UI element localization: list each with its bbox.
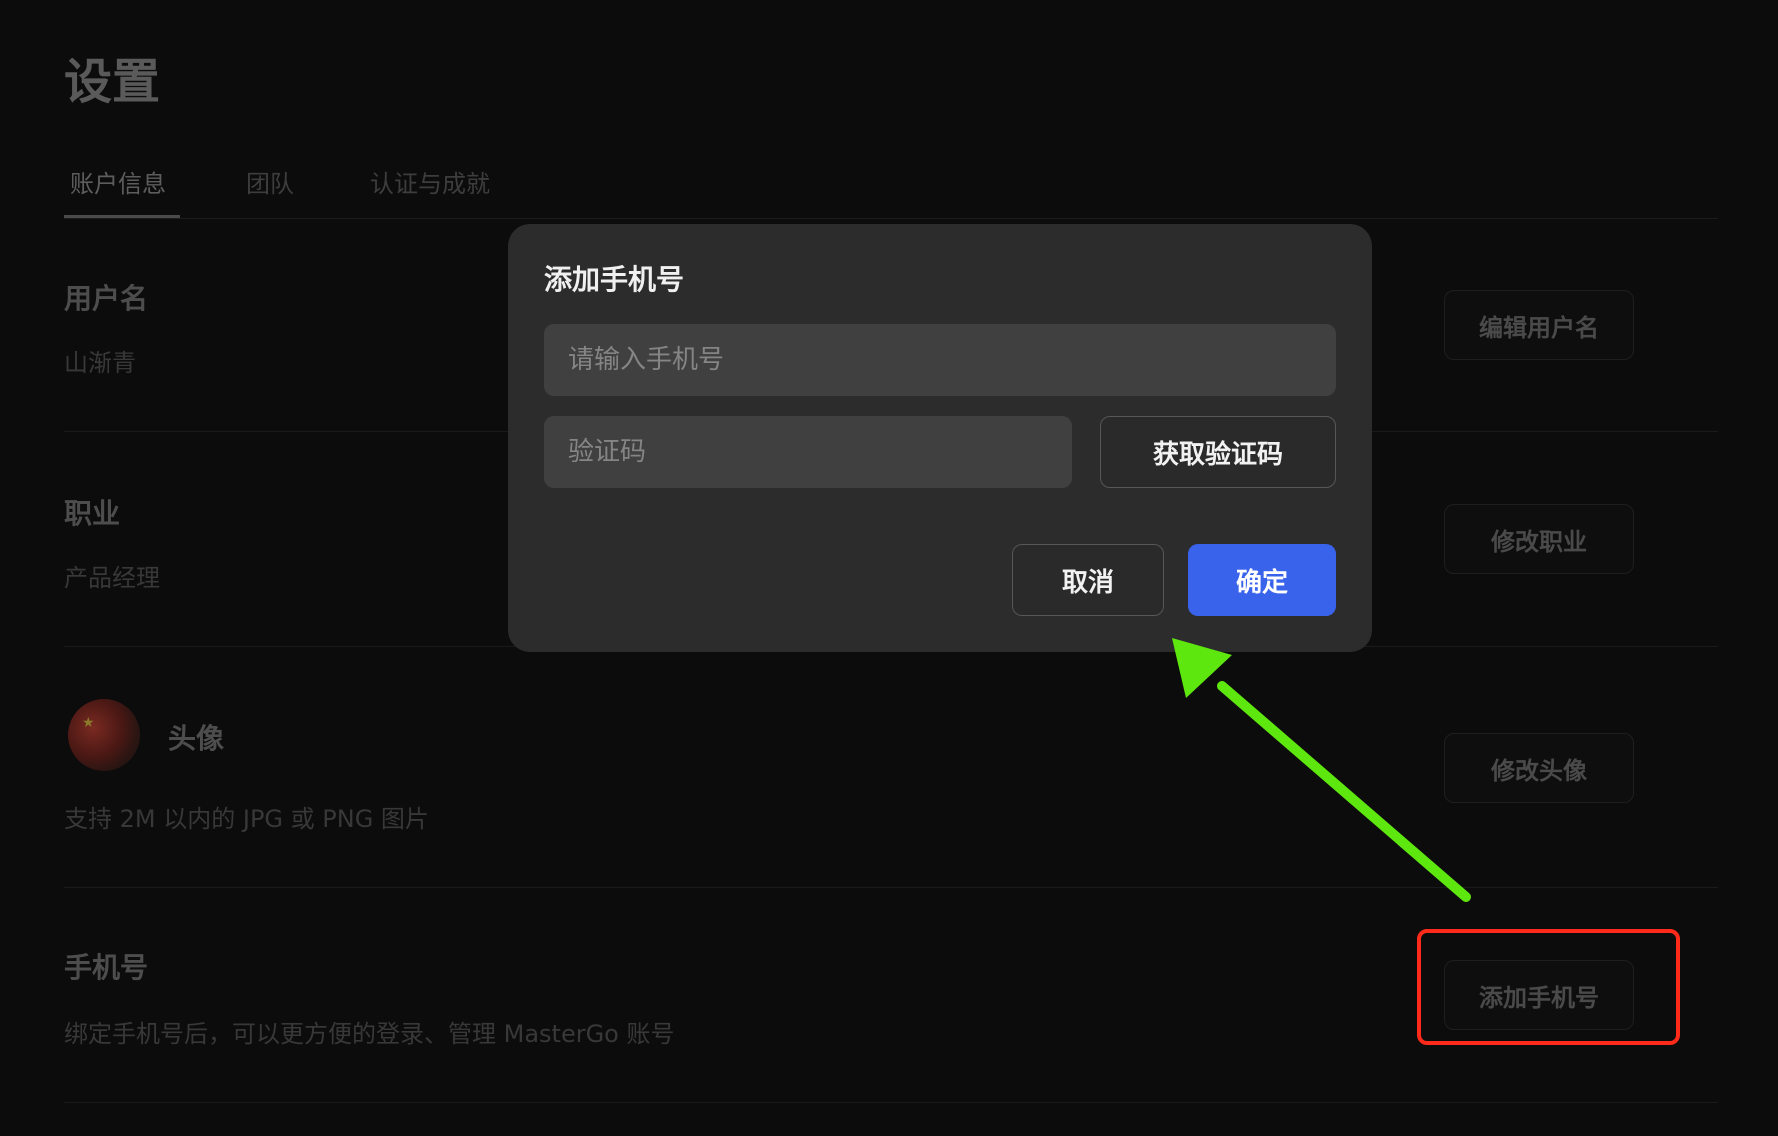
annotation-arrow bbox=[1172, 638, 1471, 902]
arrow-shaft bbox=[1217, 681, 1471, 902]
